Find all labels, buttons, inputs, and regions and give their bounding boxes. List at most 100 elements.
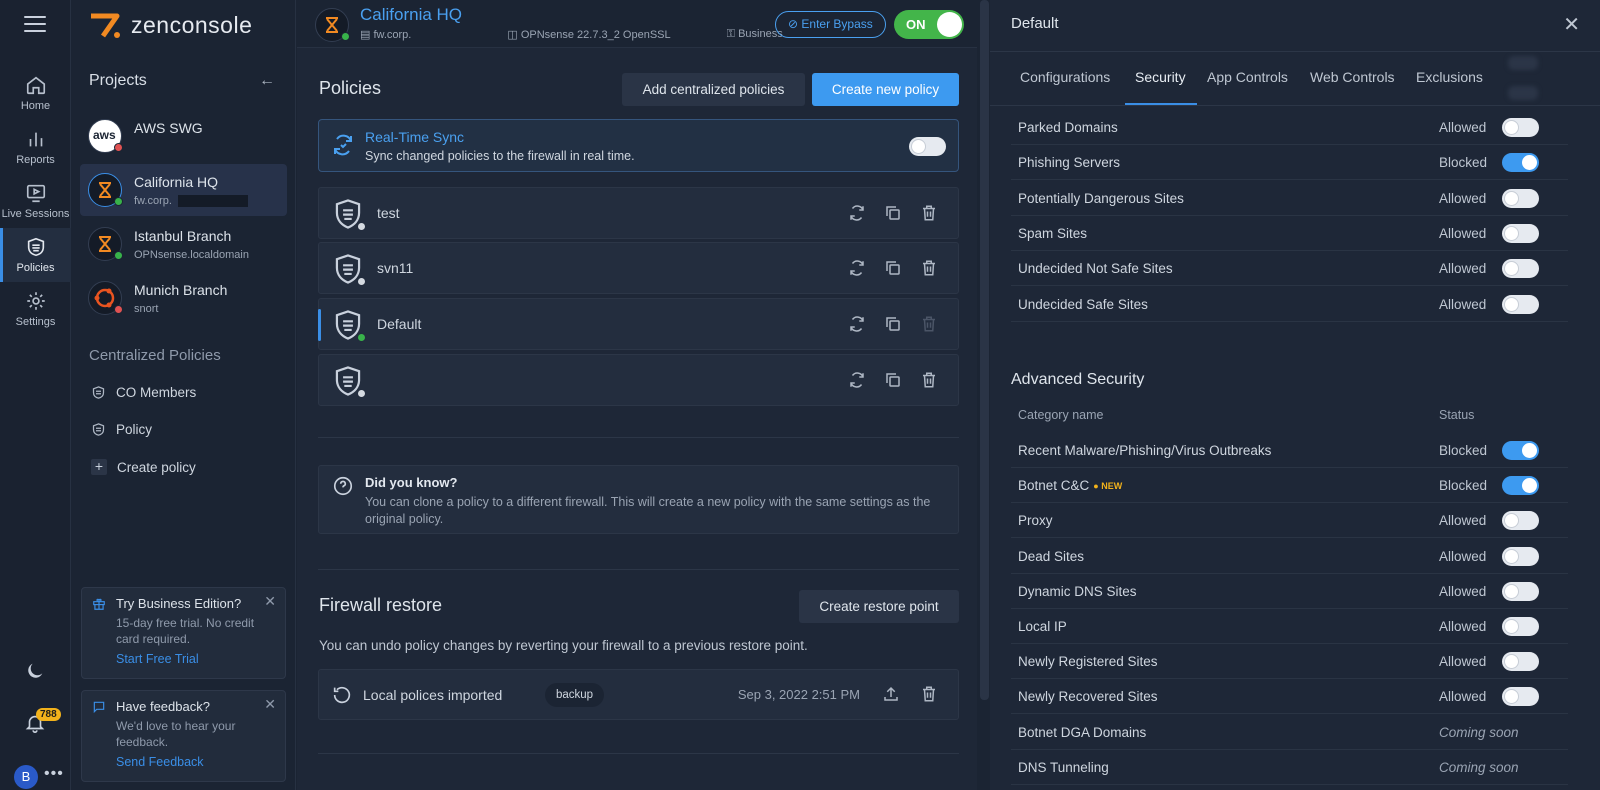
active-tab-indicator — [1125, 103, 1197, 105]
tab-configurations[interactable]: Configurations — [1020, 69, 1110, 85]
project-name: Munich Branch — [134, 282, 228, 298]
policy-name: svn11 — [377, 260, 414, 276]
category-toggle[interactable] — [1502, 546, 1539, 566]
trash-icon[interactable] — [920, 204, 938, 222]
more-icon[interactable]: ••• — [44, 765, 64, 783]
restore-point-row[interactable]: Local polices imported backup Sep 3, 202… — [318, 669, 959, 720]
upload-icon[interactable] — [882, 685, 900, 703]
project-item-aws-swg[interactable]: aws AWS SWG — [80, 110, 287, 162]
project-item-istanbul-branch[interactable]: Istanbul Branch OPNsense.localdomain — [80, 218, 287, 270]
restore-point-date: Sep 3, 2022 2:51 PM — [737, 687, 860, 702]
copy-icon[interactable] — [884, 371, 902, 389]
category-toggle[interactable] — [1502, 652, 1539, 672]
trash-icon[interactable] — [920, 259, 938, 277]
sync-icon[interactable] — [848, 259, 866, 277]
add-centralized-policies-button[interactable]: Add centralized policies — [622, 73, 805, 106]
close-icon[interactable]: ✕ — [264, 593, 276, 610]
category-toggle[interactable] — [1502, 188, 1539, 208]
category-status: Allowed — [1439, 689, 1487, 705]
rail-item-settings[interactable]: Settings — [0, 282, 71, 336]
policy-name: Default — [377, 316, 422, 332]
category-toggle[interactable] — [1502, 687, 1539, 707]
category-row: Botnet DGA Domains Coming soon — [1011, 715, 1568, 750]
gift-icon — [93, 598, 105, 610]
rail-label-reports: Reports — [16, 154, 55, 166]
category-toggle[interactable] — [1502, 259, 1539, 279]
start-trial-link[interactable]: Start Free Trial — [116, 652, 275, 666]
category-row: Recent Malware/Phishing/Virus Outbreaks B… — [1011, 433, 1568, 468]
category-toggle[interactable] — [1502, 294, 1539, 314]
create-new-policy-button[interactable]: Create new policy — [812, 73, 959, 106]
firewall-on-switch[interactable]: ON — [894, 10, 964, 39]
category-row: Newly Registered Sites Allowed — [1011, 644, 1568, 680]
column-header-category: Category name — [1018, 408, 1104, 422]
moon-icon[interactable] — [24, 660, 46, 682]
menu-icon[interactable] — [24, 16, 46, 34]
main-content: California HQ ▤ fw.corp. ◫ OPNsense 22.7… — [297, 0, 977, 790]
category-name: Dead Sites — [1018, 548, 1085, 564]
category-toggle[interactable] — [1502, 476, 1539, 496]
zenconsole-logo-icon — [91, 13, 120, 38]
category-toggle[interactable] — [1502, 118, 1539, 137]
trash-icon[interactable] — [920, 371, 938, 389]
sync-icon — [334, 134, 352, 156]
category-toggle[interactable] — [1502, 511, 1539, 531]
copy-icon[interactable] — [884, 204, 902, 222]
category-toggle[interactable] — [1502, 581, 1539, 601]
category-row: Spam Sites Allowed — [1011, 216, 1568, 251]
did-you-know-body: You can clone a policy to a different fi… — [365, 495, 931, 526]
category-row: Dead Sites Allowed — [1011, 539, 1568, 574]
close-icon[interactable]: ✕ — [264, 696, 276, 713]
firewall-restore-desc: You can undo policy changes by reverting… — [319, 638, 808, 653]
firewall-restore-title: Firewall restore — [319, 595, 443, 615]
close-icon[interactable]: ✕ — [1563, 12, 1580, 37]
create-policy-link[interactable]: + Create policy — [91, 459, 196, 475]
project-item-california-hq[interactable]: California HQ fw.corp. — [80, 164, 287, 216]
category-row: Potentially Dangerous Sites Allowed — [1011, 181, 1568, 216]
send-feedback-link[interactable]: Send Feedback — [116, 755, 275, 769]
main-scrollbar[interactable] — [980, 0, 989, 700]
category-toggle[interactable] — [1502, 153, 1539, 173]
column-header-status: Status — [1439, 408, 1475, 422]
status-dot-green — [341, 32, 350, 41]
restore-point-name: Local polices imported — [363, 687, 503, 703]
policy-row-test[interactable]: test — [318, 187, 959, 239]
policy-row-default[interactable]: Default — [318, 298, 959, 350]
status-dot-green — [357, 333, 366, 342]
sync-icon[interactable] — [848, 371, 866, 389]
firewall-title[interactable]: California HQ — [360, 5, 462, 25]
category-name: Dynamic DNS Sites — [1018, 583, 1137, 599]
tab-exclusions[interactable]: Exclusions — [1416, 69, 1483, 85]
tab-app-controls[interactable]: App Controls — [1207, 69, 1288, 85]
create-restore-point-button[interactable]: Create restore point — [799, 590, 959, 623]
rail-item-policies[interactable]: Policies — [0, 228, 71, 282]
copy-icon[interactable] — [884, 259, 902, 277]
rail-item-reports[interactable]: Reports — [0, 120, 71, 174]
policy-row-unnamed[interactable] — [318, 354, 959, 406]
rail-item-home[interactable]: Home — [0, 66, 71, 120]
category-status: Allowed — [1439, 548, 1487, 564]
category-toggle[interactable] — [1502, 617, 1539, 636]
copy-icon[interactable] — [884, 315, 902, 333]
category-name: Potentially Dangerous Sites — [1018, 190, 1184, 206]
category-toggle[interactable] — [1502, 223, 1539, 243]
centralized-item-policy[interactable]: Policy — [91, 422, 152, 437]
project-item-munich-branch[interactable]: Munich Branch snort — [80, 272, 287, 324]
enter-bypass-button[interactable]: ⊘ Enter Bypass — [775, 11, 886, 38]
shield-icon — [27, 237, 44, 257]
real-time-sync-toggle[interactable] — [909, 137, 946, 156]
policy-row-svn11[interactable]: svn11 — [318, 242, 959, 294]
tab-security[interactable]: Security — [1135, 69, 1186, 85]
trash-icon[interactable] — [920, 685, 938, 703]
category-status: Blocked — [1439, 155, 1488, 171]
sync-icon[interactable] — [848, 204, 866, 222]
status-dot-grey — [357, 277, 366, 286]
question-icon — [333, 476, 353, 496]
category-toggle[interactable] — [1502, 441, 1539, 460]
tab-web-controls[interactable]: Web Controls — [1310, 69, 1395, 85]
centralized-item-co-members[interactable]: CO Members — [91, 385, 196, 400]
collapse-arrow-icon[interactable]: ← — [259, 72, 275, 90]
avatar[interactable]: B — [14, 765, 38, 789]
rail-item-live-sessions[interactable]: Live Sessions — [0, 174, 71, 228]
sync-icon[interactable] — [848, 315, 866, 333]
